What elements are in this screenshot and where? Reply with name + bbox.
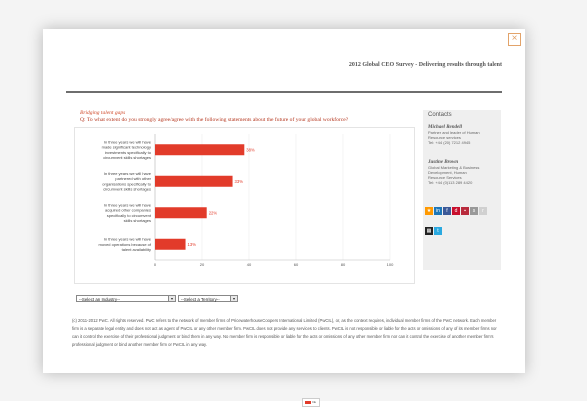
share-icon[interactable]: ▦ <box>425 227 433 235</box>
data-label: 38% <box>246 147 255 152</box>
category-label: In three years we will have made signific… <box>102 139 152 160</box>
linkedin-icon[interactable]: in <box>434 207 442 215</box>
industry-select-value: --Select an Industry-- <box>79 297 120 302</box>
section-heading: Bridging talent gaps <box>80 110 126 116</box>
digg-icon[interactable]: d <box>452 207 460 215</box>
category-label: In three years we will have partnered wit… <box>102 171 151 192</box>
territory-select[interactable]: --Select a Territory-- ▾ <box>178 295 238 302</box>
bar <box>155 144 245 156</box>
x-tick-label: 0 <box>154 262 157 267</box>
x-tick-label: 20 <box>200 262 205 267</box>
legend-swatch <box>305 401 311 404</box>
bar-chart: 0 20 40 60 80 100 38% In three years we will ha… <box>99 134 394 267</box>
chevron-down-icon[interactable]: ▾ <box>230 296 237 301</box>
chart-legend: Ink <box>302 398 320 407</box>
data-label: 33% <box>235 179 244 184</box>
stumble-icon[interactable]: s <box>470 207 478 215</box>
x-tick-label: 40 <box>247 262 252 267</box>
legal-footer: (c) 2011-2012 PwC. All rights reserved. … <box>72 318 497 347</box>
contact-card: Justine Brown Global Marketing & Busines… <box>428 160 498 185</box>
industry-select[interactable]: --Select an Industry-- ▾ <box>76 295 176 302</box>
x-tick-label: 100 <box>387 262 394 267</box>
category-label: In three years we will have acquired othe… <box>104 202 152 223</box>
bar <box>155 175 233 187</box>
x-tick-label: 80 <box>341 262 346 267</box>
territory-select-value: --Select a Territory-- <box>181 297 220 302</box>
twitter-icon[interactable]: t <box>434 227 442 235</box>
bar <box>155 207 207 219</box>
facebook-icon[interactable]: f <box>443 207 451 215</box>
question-text: Q: To what extent do you strongly agree/… <box>80 117 349 123</box>
chevron-down-icon[interactable]: ▾ <box>168 296 175 301</box>
close-icon[interactable]: × <box>508 33 521 46</box>
x-tick-label: 60 <box>294 262 299 267</box>
contact-card: Michael Rendell Partner and leader of Hu… <box>428 125 498 145</box>
data-label: 13% <box>188 242 197 247</box>
page-title: 2012 Global CEO Survey - Delivering resu… <box>348 62 502 68</box>
social-share-bar: ★ in f d ▪ s r ▦ t <box>425 207 505 243</box>
star-icon[interactable]: ★ <box>425 207 433 215</box>
contacts-title: Contacts <box>428 112 452 118</box>
chart-area: 0 20 40 60 80 100 38% In three years we will ha… <box>74 127 415 407</box>
reddit-icon[interactable]: r <box>479 207 487 215</box>
category-label: In three years we will have moved operati… <box>99 237 152 252</box>
bar <box>155 238 186 250</box>
contact-phone: Tel: +44 (0)113 289 4420 <box>428 180 473 185</box>
header-divider <box>66 91 502 93</box>
data-label: 22% <box>209 210 218 215</box>
delicious-icon[interactable]: ▪ <box>461 207 469 215</box>
contact-phone: Tel: +44 (20) 7212 4945 <box>428 140 471 145</box>
